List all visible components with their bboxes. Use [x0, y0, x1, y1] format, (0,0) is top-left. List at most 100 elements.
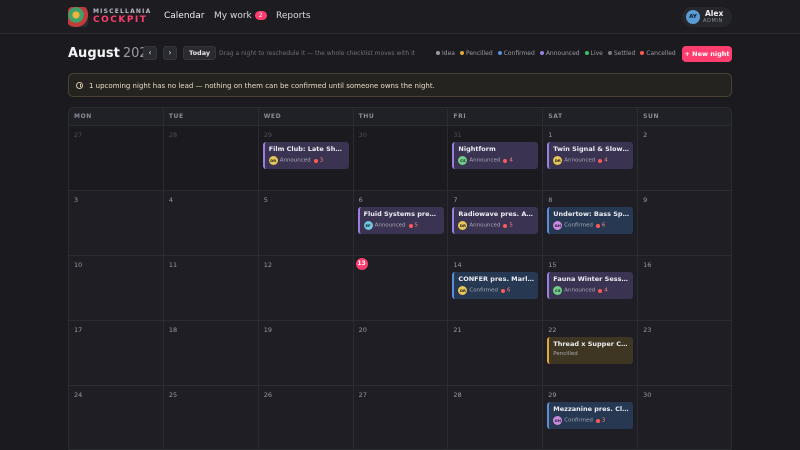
day-cell[interactable]: 22 Thread x Supper Club Pencilled	[543, 321, 639, 386]
day-cell[interactable]: 25	[164, 386, 259, 449]
day-number: 5	[263, 196, 268, 204]
day-cell[interactable]: 30	[353, 126, 449, 191]
day-cell[interactable]: 17	[69, 321, 164, 386]
next-month-button[interactable]: ›	[163, 46, 177, 60]
event-meta: GH Confirmed 6	[553, 221, 629, 230]
weekday-header: MON	[69, 108, 164, 126]
alert-text: 1 upcoming night has no lead — nothing o…	[89, 82, 435, 90]
event-card[interactable]: Fluid Systems presents EFAnnounced 5	[357, 207, 444, 234]
day-cell[interactable]: 31 Nightform CS Announced 4	[448, 126, 544, 191]
day-cell[interactable]: 9	[638, 191, 731, 256]
new-night-button[interactable]: + New night	[682, 46, 732, 62]
lead-avatar: DR	[268, 156, 278, 165]
event-card[interactable]: CONFER pres. Marlo Vance DRConfirmed 6	[452, 272, 539, 299]
day-cell[interactable]: 7Radiowave pres. Ada Lune DRAnnounced 5	[448, 191, 544, 256]
brand-logo[interactable]: MISCELLANIA COCKPIT	[93, 9, 151, 25]
day-number: 14	[453, 261, 462, 269]
day-cell[interactable]: 20	[353, 321, 449, 386]
day-cell[interactable]: 11	[163, 256, 259, 321]
day-cell[interactable]: 3	[69, 191, 164, 256]
day-cell[interactable]: 24	[69, 386, 164, 449]
event-status: Announced	[564, 157, 596, 164]
task-alert-icon	[595, 418, 600, 423]
event-meta: DR Confirmed 6	[458, 286, 534, 295]
nav-calendar[interactable]: Calendar	[164, 11, 204, 21]
open-task-count: 6	[601, 222, 606, 229]
day-number: 12	[263, 261, 272, 269]
event-title: Undertow: Bass Spectrum	[553, 210, 630, 218]
day-number: 28	[453, 391, 462, 399]
day-cell[interactable]: 13	[353, 256, 449, 321]
task-alert-icon	[313, 158, 318, 163]
open-task-count: 4	[604, 157, 608, 164]
day-cell[interactable]: 6Fluid Systems presents EFAnnounced 5	[353, 191, 449, 256]
legend-label: Live	[590, 50, 603, 57]
legend-dot-icon	[497, 50, 502, 55]
day-cell[interactable]: 29 Film Club: Late Show DR Announced 3	[258, 126, 354, 191]
drag-hint: Drag a night to reschedule it — the whol…	[219, 50, 416, 57]
day-number: 30	[358, 131, 367, 139]
lead-avatar: GH	[553, 221, 563, 230]
day-cell[interactable]: 16	[638, 256, 731, 321]
day-number: 9	[643, 196, 648, 204]
day-cell[interactable]: 26	[259, 386, 354, 449]
day-cell[interactable]: 28	[163, 126, 259, 191]
day-number: 29	[548, 391, 557, 399]
day-cell[interactable]: 23	[638, 321, 731, 386]
day-cell[interactable]: 8Undertow: Bass Spectrum GHConfirmed 6	[543, 191, 639, 256]
day-number: 25	[168, 391, 178, 399]
day-cell[interactable]: 4	[163, 191, 259, 256]
event-card[interactable]: Nightform CS Announced 4	[452, 142, 539, 169]
day-cell[interactable]: 15 Fauna Winter Session CS Announced 4	[543, 256, 639, 321]
task-alert-icon	[408, 223, 413, 228]
weekday-header: THU	[353, 108, 449, 126]
day-number: 8	[548, 196, 553, 204]
month-label: August	[68, 46, 120, 61]
day-cell[interactable]: 27	[354, 386, 449, 449]
day-cell[interactable]: 29 Mezzanine pres. Clearwater GHConfirmed 3	[543, 386, 639, 449]
day-cell[interactable]: 14 CONFER pres. Marlo Vance DRConfirmed 6	[448, 256, 544, 321]
event-card[interactable]: Radiowave pres. Ada Lune DRAnnounced 5	[452, 207, 539, 234]
nav-reports[interactable]: Reports	[276, 11, 311, 21]
event-card[interactable]: Film Club: Late Show DR Announced 3	[262, 142, 349, 169]
user-name: Alex	[705, 9, 724, 18]
day-cell[interactable]: 1Twin Signal & Slow Bloom DRAnnounced 4	[543, 126, 639, 191]
open-task-count: 4	[509, 157, 513, 164]
event-card[interactable]: Fauna Winter Session CS Announced 4	[547, 272, 634, 299]
event-card[interactable]: Undertow: Bass Spectrum GHConfirmed 6	[547, 207, 634, 234]
day-cell[interactable]: 21	[448, 321, 544, 386]
event-title: CONFER pres. Marlo Vance	[458, 275, 534, 283]
event-status: Pencilled	[553, 351, 578, 357]
logo-icon[interactable]	[68, 7, 88, 27]
user-menu[interactable]: AY Alex ADMIN	[682, 7, 732, 27]
weekday-header: SUN	[638, 108, 731, 126]
event-meta: DR Announced 4	[553, 156, 629, 165]
event-card[interactable]: Twin Signal & Slow Bloom DRAnnounced 4	[547, 142, 634, 169]
open-task-count: 4	[604, 287, 608, 294]
event-card[interactable]: Mezzanine pres. Clearwater GHConfirmed 3	[547, 402, 634, 429]
event-card[interactable]: Thread x Supper Club Pencilled	[547, 337, 634, 364]
open-task-count: 5	[414, 222, 419, 229]
day-cell[interactable]: 12	[258, 256, 354, 321]
day-cell[interactable]: 30	[638, 386, 731, 449]
day-cell[interactable]: 5	[258, 191, 354, 256]
day-number: 1	[548, 131, 553, 139]
day-cell[interactable]: 27	[69, 126, 164, 191]
day-cell[interactable]: 19	[258, 321, 354, 386]
day-number: 27	[358, 391, 367, 399]
event-meta: GH Confirmed 3	[553, 416, 629, 425]
day-number: 24	[74, 391, 83, 399]
day-cell[interactable]: 18	[163, 321, 259, 386]
previous-month-button[interactable]: ‹	[143, 46, 157, 60]
nav-my-work[interactable]: My work 2	[214, 11, 267, 21]
day-cell[interactable]: 10	[69, 256, 164, 321]
lead-avatar: EF	[363, 221, 373, 230]
today-button[interactable]: Today	[183, 46, 217, 60]
day-number: 4	[168, 196, 173, 204]
event-status: Announced	[374, 222, 406, 229]
legend-item: Pencilled	[459, 50, 493, 57]
day-number: 6	[358, 196, 363, 204]
day-cell[interactable]: 2	[638, 126, 731, 191]
open-task-count: 6	[506, 287, 511, 294]
day-cell[interactable]: 28	[448, 386, 544, 449]
